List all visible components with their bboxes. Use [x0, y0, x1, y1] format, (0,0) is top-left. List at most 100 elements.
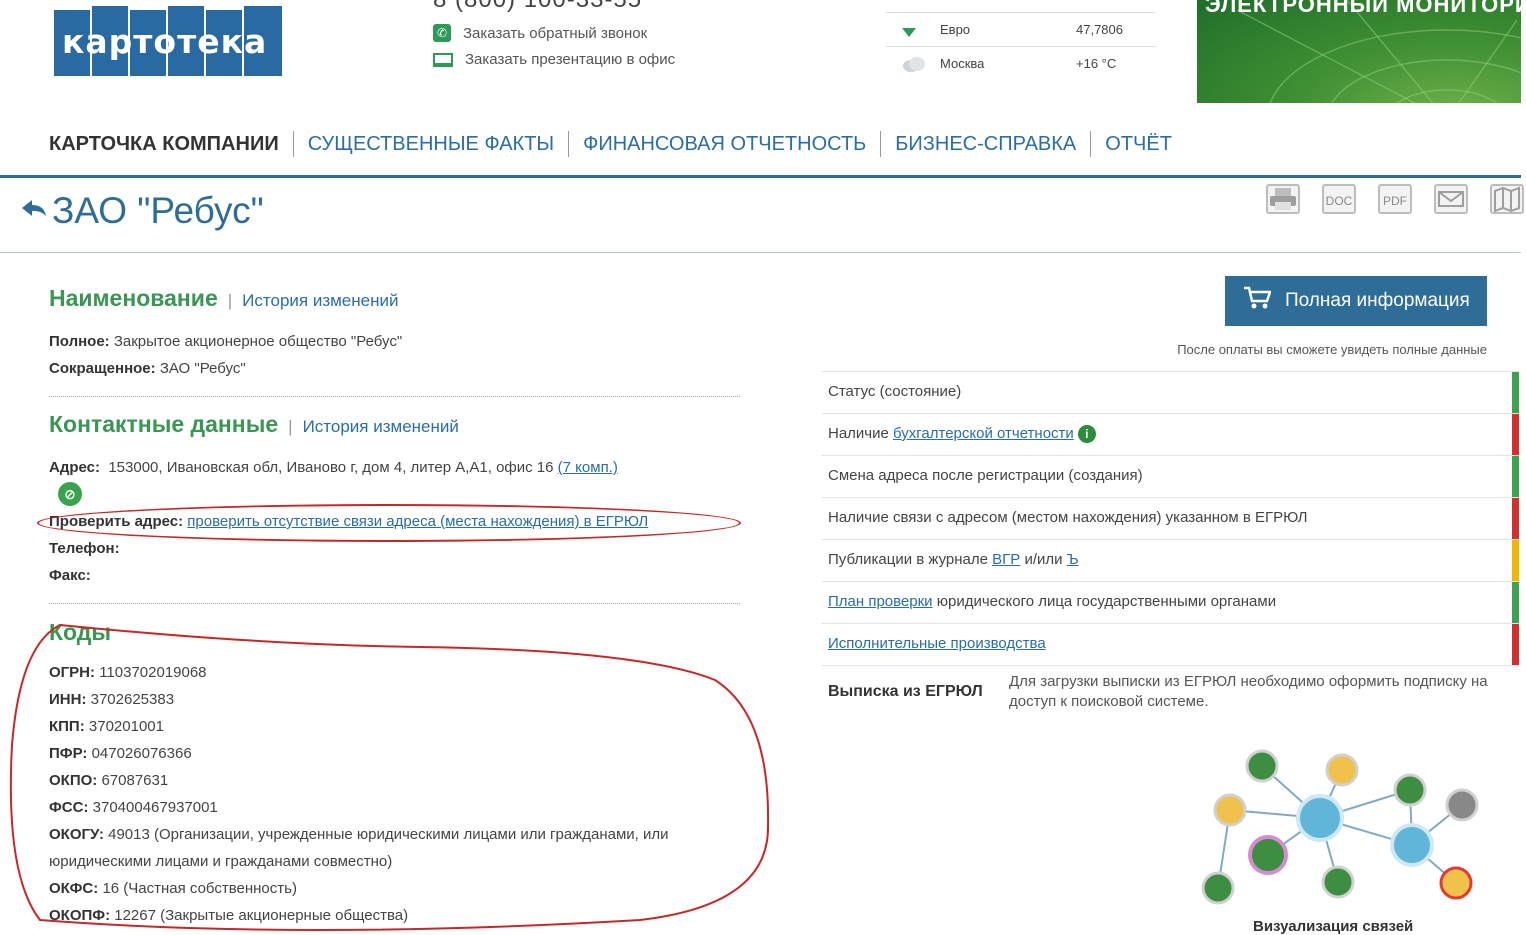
status-row: Наличие бухгалтерской отчетности i: [822, 413, 1519, 455]
separator: |: [288, 417, 293, 436]
main-nav: КАРТОЧКА КОМПАНИИ СУЩЕСТВЕННЫЕ ФАКТЫ ФИН…: [49, 131, 1186, 157]
page-title: ЗАО "Ребус": [20, 190, 264, 232]
status-link[interactable]: План проверки: [828, 593, 933, 610]
status-link[interactable]: бухгалтерской отчетности: [893, 425, 1074, 442]
triangle-down-icon: [902, 25, 916, 40]
status-indicator: [1512, 456, 1519, 497]
company-name: ЗАО "Ребус": [52, 190, 264, 231]
network-caption: Визуализация связей: [1253, 918, 1414, 935]
presentation-link[interactable]: Заказать презентацию в офис: [433, 51, 675, 68]
status-indicator: [1512, 414, 1519, 455]
status-indicator: [1512, 540, 1519, 581]
nav-company-card[interactable]: КАРТОЧКА КОМПАНИИ: [49, 131, 293, 157]
phone-row: Телефон:: [49, 540, 120, 557]
address-row: Адрес: 153000, Ивановская обл, Иваново г…: [49, 459, 618, 476]
callback-label: Заказать обратный звонок: [463, 24, 648, 42]
status-link[interactable]: Ъ: [1067, 551, 1079, 568]
status-text: Наличие связи с адресом (местом нахожден…: [828, 509, 1307, 526]
status-indicator: [1512, 498, 1519, 539]
status-prefix: Публикации в журнале: [828, 551, 993, 568]
contacts-section-title: Контактные данные | История изменений: [49, 411, 459, 438]
status-list: Статус (состояние) Наличие бухгалтерской …: [822, 371, 1519, 666]
after-pay-note: После оплаты вы сможете увидеть полные д…: [1177, 342, 1487, 357]
nav-report[interactable]: ОТЧЁТ: [1090, 131, 1186, 157]
short-name-label: Сокращенное:: [49, 360, 156, 377]
rate-label: Евро: [940, 22, 971, 37]
naming-section-title: Наименование | История изменений: [49, 285, 398, 312]
status-indicator: [1512, 372, 1519, 413]
rate-value: 47,7806: [1076, 22, 1123, 37]
info-icon[interactable]: i: [1077, 425, 1096, 444]
weather-label: Москва: [940, 56, 985, 71]
header-phone: 8 (800) 100-33-55: [433, 0, 642, 14]
status-suffix: юридического лица государственными орган…: [932, 593, 1277, 610]
cloud-icon: [902, 56, 926, 75]
status-text: Исполнительные производства: [828, 635, 1046, 652]
status-prefix: Наличие: [828, 425, 894, 442]
short-name-value: ЗАО "Ребус": [159, 360, 246, 377]
map-pin-icon[interactable]: ⊘: [58, 482, 82, 506]
full-info-label: Полная информация: [1285, 290, 1470, 311]
status-row: Наличие связи с адресом (местом нахожден…: [822, 497, 1519, 539]
naming-title: Наименование: [49, 285, 218, 311]
status-text: Статус (состояние): [828, 383, 961, 400]
status-prefix: Смена адреса после регистрации (создания…: [828, 467, 1143, 484]
monitoring-banner[interactable]: ЭЛЕКТРОННЫЙ МОНИТОРИНГ: [1197, 0, 1521, 103]
extract-label: Выписка из ЕГРЮЛ: [828, 683, 983, 700]
phone-label: Телефон:: [49, 540, 120, 557]
status-text: Наличие бухгалтерской отчетности i: [828, 425, 1096, 444]
contacts-title: Контактные данные: [49, 411, 279, 437]
naming-history-link[interactable]: История изменений: [242, 291, 398, 310]
rate-row-weather: Москва +16 °С: [886, 46, 1156, 80]
rates-widget: Евро 47,7806 Москва +16 °С: [886, 0, 1156, 80]
cart-icon: [1243, 286, 1272, 316]
network-visualization[interactable]: [1190, 740, 1490, 920]
status-text: Смена адреса после регистрации (создания…: [828, 467, 1143, 484]
short-name-row: Сокращенное: ЗАО "Ребус": [49, 360, 246, 377]
phone-icon: ✆: [433, 24, 451, 42]
contacts-history-link[interactable]: История изменений: [303, 417, 459, 436]
toolbar: DOC PDF: [1266, 184, 1524, 214]
status-row: Статус (состояние): [822, 371, 1519, 413]
status-text: Публикации в журнале ВГР и/или Ъ: [828, 551, 1079, 568]
nav-essential-facts[interactable]: СУЩЕСТВЕННЫЕ ФАКТЫ: [292, 131, 568, 157]
full-name-label: Полное:: [49, 333, 110, 350]
full-name-value: Закрытое акционерное общество "Ребус": [113, 333, 403, 350]
address-label: Адрес:: [49, 459, 100, 476]
full-info-button[interactable]: Полная информация: [1225, 276, 1487, 326]
section-divider: [49, 603, 740, 604]
company-logo[interactable]: картотека: [52, 0, 287, 80]
address-value: 153000, Ивановская обл, Иваново г, дом 4…: [108, 459, 554, 476]
status-row: Публикации в журнале ВГР и/или Ъ: [822, 539, 1519, 581]
callback-link[interactable]: ✆ Заказать обратный звонок: [433, 24, 647, 42]
extract-text: Для загрузки выписки из ЕГРЮЛ необходимо…: [1009, 673, 1488, 710]
status-row: Исполнительные производства: [822, 623, 1519, 666]
address-companies-link[interactable]: (7 комп.): [558, 459, 618, 476]
weather-value: +16 °С: [1076, 56, 1117, 71]
banner-title: ЭЛЕКТРОННЫЙ МОНИТОРИНГ: [1205, 0, 1521, 17]
monitor-icon: [433, 52, 453, 67]
rate-row-euro: Евро 47,7806: [886, 12, 1156, 46]
status-link[interactable]: ВГР: [992, 551, 1020, 568]
presentation-label: Заказать презентацию в офис: [465, 51, 676, 68]
full-name-row: Полное: Закрытое акционерное общество "Р…: [49, 333, 402, 350]
nav-business-report[interactable]: БИЗНЕС-СПРАВКА: [880, 131, 1090, 157]
status-prefix: Наличие связи с адресом (местом нахожден…: [828, 509, 1308, 526]
print-icon[interactable]: [1266, 184, 1300, 214]
status-row: Смена адреса после регистрации (создания…: [822, 455, 1519, 497]
map-icon[interactable]: [1490, 184, 1524, 214]
status-prefix: Статус (состояние): [828, 383, 962, 400]
status-row: План проверки юридического лица государс…: [822, 581, 1519, 623]
nav-divider: [0, 175, 1521, 178]
doc-icon[interactable]: DOC: [1322, 184, 1356, 214]
pdf-icon[interactable]: PDF: [1378, 184, 1412, 214]
mail-icon[interactable]: [1434, 184, 1468, 214]
logo-text: картотека: [62, 22, 268, 61]
fax-label: Факс:: [49, 567, 91, 584]
highlight-ellipse: [37, 504, 741, 542]
nav-financial-reports[interactable]: ФИНАНСОВАЯ ОТЧЕТНОСТЬ: [568, 131, 880, 157]
status-link[interactable]: Исполнительные производства: [828, 635, 1046, 652]
title-divider: [0, 252, 1521, 253]
back-arrow-icon[interactable]: [20, 195, 48, 227]
status-indicator: [1512, 624, 1519, 665]
